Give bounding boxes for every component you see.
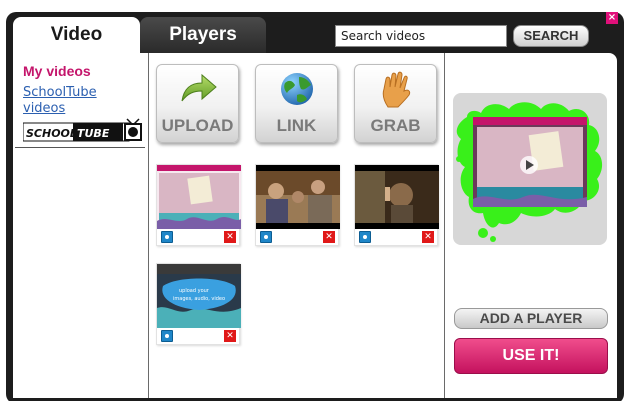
embed-icon[interactable] bbox=[359, 231, 371, 243]
delete-icon[interactable]: ✕ bbox=[323, 231, 335, 243]
grab-button[interactable]: GRAB bbox=[354, 64, 437, 143]
upload-button[interactable]: UPLOAD bbox=[156, 64, 239, 143]
thumbnail-caption: upload your bbox=[179, 288, 210, 294]
my-videos-heading[interactable]: My videos bbox=[23, 63, 91, 79]
close-icon[interactable]: × bbox=[606, 12, 618, 24]
video-thumbnail[interactable]: ✕ bbox=[255, 164, 340, 246]
svg-text:SCHOOL: SCHOOL bbox=[26, 127, 77, 140]
sidebar: My videos SchoolTube videos SCHOOL TUBE bbox=[13, 53, 147, 398]
tab-players[interactable]: Players bbox=[140, 17, 266, 53]
thumbnail-image bbox=[256, 165, 340, 229]
globe-icon bbox=[281, 73, 313, 105]
embed-icon[interactable] bbox=[260, 231, 272, 243]
thumbnail-image: upload your images, audio, video bbox=[157, 264, 241, 328]
hand-icon bbox=[382, 71, 411, 108]
tab-video[interactable]: Video bbox=[13, 17, 140, 53]
thumbnail-image bbox=[355, 165, 439, 229]
delete-icon[interactable]: ✕ bbox=[422, 231, 434, 243]
column-divider bbox=[148, 53, 149, 398]
schooltube-logo[interactable]: SCHOOL TUBE bbox=[22, 118, 143, 144]
upload-label: UPLOAD bbox=[161, 116, 234, 135]
thumbnail-caption: images, audio, video bbox=[173, 296, 225, 302]
use-it-button[interactable]: USE IT! bbox=[454, 338, 608, 374]
schooltube-videos-link[interactable]: SchoolTube videos bbox=[23, 85, 133, 117]
thumbnail-image bbox=[157, 165, 241, 229]
content-panel: My videos SchoolTube videos SCHOOL TUBE bbox=[13, 53, 617, 398]
delete-icon[interactable]: ✕ bbox=[224, 330, 236, 342]
player-preview-image bbox=[456, 102, 603, 242]
search-input[interactable]: Search videos bbox=[335, 25, 507, 47]
embed-icon[interactable] bbox=[161, 330, 173, 342]
svg-text:TUBE: TUBE bbox=[77, 127, 110, 140]
search-button[interactable]: SEARCH bbox=[513, 25, 589, 47]
video-thumbnail[interactable]: ✕ bbox=[354, 164, 439, 246]
sidebar-divider bbox=[15, 147, 145, 148]
delete-icon[interactable]: ✕ bbox=[224, 231, 236, 243]
embed-icon[interactable] bbox=[161, 231, 173, 243]
column-divider bbox=[444, 53, 445, 398]
link-button[interactable]: LINK bbox=[255, 64, 338, 143]
video-thumbnail[interactable]: ✕ bbox=[156, 164, 241, 246]
add-a-player-button[interactable]: ADD A PLAYER bbox=[454, 308, 608, 329]
grab-label: GRAB bbox=[370, 116, 421, 135]
arrow-icon bbox=[181, 73, 217, 102]
link-label: LINK bbox=[276, 116, 317, 135]
player-preview bbox=[453, 93, 607, 245]
video-thumbnail[interactable]: upload your images, audio, video ✕ bbox=[156, 263, 241, 345]
